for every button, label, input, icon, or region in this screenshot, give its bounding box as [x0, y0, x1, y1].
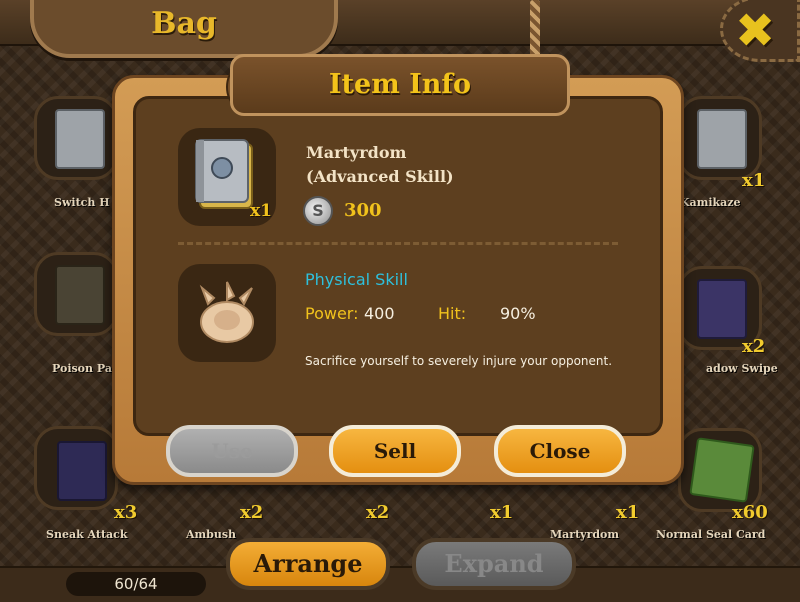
section-divider [178, 242, 618, 245]
inventory-item-label: Kamikaze [680, 196, 741, 209]
close-button[interactable]: Close [494, 425, 626, 477]
bag-capacity: 60/64 [66, 572, 206, 596]
dialog-header: Item Info [230, 54, 570, 116]
close-bag-button[interactable]: ✖ [720, 0, 800, 62]
dialog-title: Item Info [328, 69, 472, 100]
hit-label: Hit: [438, 304, 467, 323]
book-icon [55, 109, 105, 169]
inventory-quantity: x60 [732, 502, 768, 523]
arrange-button[interactable]: Arrange [226, 538, 390, 590]
inventory-item-label: Sneak Attack [46, 528, 128, 541]
inventory-slot[interactable] [34, 252, 118, 336]
silver-coin-icon: S [303, 196, 333, 226]
paw-icon [199, 281, 254, 343]
skill-description: Sacrifice yourself to severely injure yo… [305, 354, 613, 368]
book-icon [57, 441, 107, 501]
inventory-slot[interactable] [34, 96, 118, 180]
use-button[interactable]: Use [166, 425, 298, 477]
inventory-item-label: Normal Seal Card [656, 528, 766, 541]
inventory-quantity: x1 [616, 502, 640, 523]
book-icon [697, 109, 747, 169]
inventory-slot[interactable] [678, 428, 762, 512]
item-quantity: x1 [250, 201, 272, 221]
inventory-quantity: x2 [240, 502, 264, 523]
expand-button[interactable]: Expand [412, 538, 576, 590]
bag-title-plate: Bag [30, 0, 338, 58]
inventory-quantity: x3 [114, 502, 138, 523]
item-category: (Advanced Skill) [306, 167, 454, 186]
inventory-quantity: x2 [742, 336, 766, 357]
inventory-item-label: Poison Pa [52, 362, 112, 375]
rope-right [530, 0, 540, 60]
sell-button[interactable]: Sell [329, 425, 461, 477]
skill-icon-frame [178, 264, 276, 362]
power-value: 400 [364, 304, 395, 323]
x-close-icon: ✖ [735, 3, 776, 59]
item-name: Martyrdom [306, 143, 407, 162]
page-title: Bag [151, 6, 217, 41]
inventory-quantity: x1 [490, 502, 514, 523]
inventory-item-label: adow Swipe [706, 362, 778, 375]
item-price: 300 [344, 200, 382, 221]
seal-card-icon [689, 437, 755, 503]
inventory-slot[interactable] [34, 426, 118, 510]
inventory-item-label: Ambush [186, 528, 237, 541]
inventory-slot[interactable] [678, 96, 762, 180]
power-label: Power: [305, 304, 359, 323]
inventory-quantity: x1 [742, 170, 766, 191]
skill-type: Physical Skill [305, 270, 408, 289]
book-icon [697, 279, 747, 339]
inventory-quantity: x2 [366, 502, 390, 523]
book-icon [55, 265, 105, 325]
inventory-item-label: Switch H [54, 196, 110, 209]
hit-value: 90% [500, 304, 536, 323]
